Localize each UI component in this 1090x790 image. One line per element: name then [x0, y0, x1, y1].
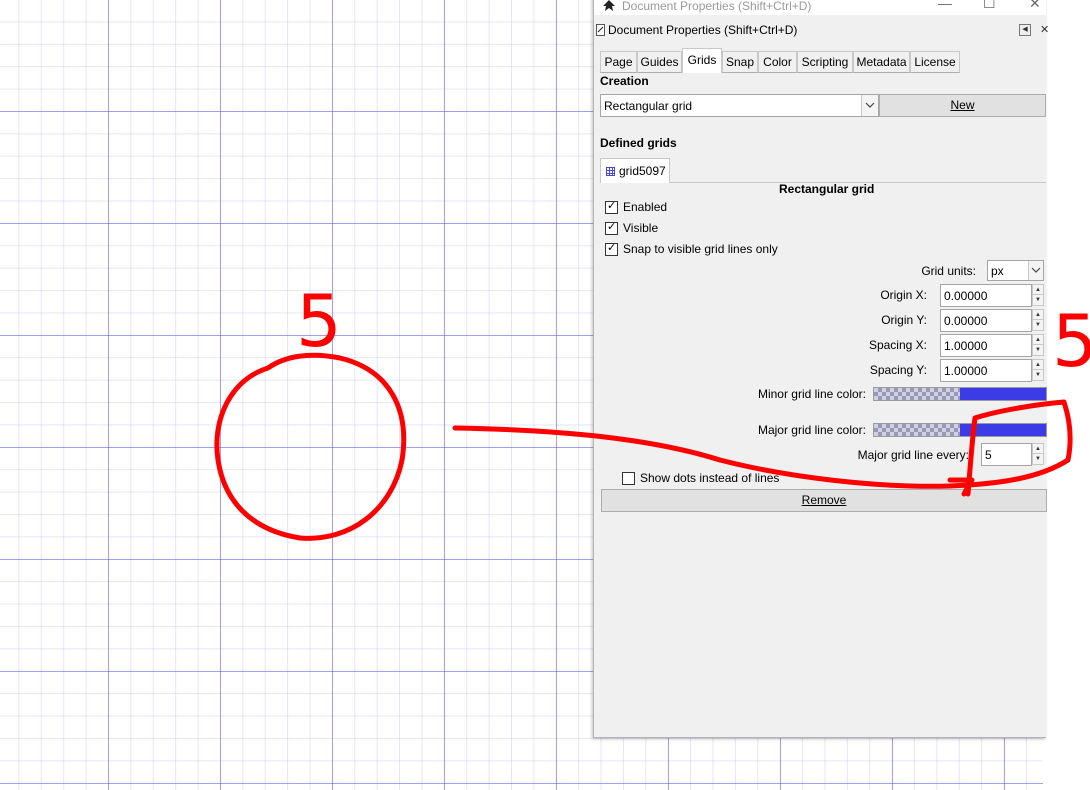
enabled-checkbox[interactable]: ✓: [605, 200, 618, 214]
origin-x-input[interactable]: 0.00000: [940, 284, 1032, 307]
grid-type-value: Rectangular grid: [604, 99, 693, 113]
spin-down-icon[interactable]: ▼: [1032, 453, 1044, 465]
remove-grid-button[interactable]: Remove: [601, 489, 1047, 512]
origin-x-stepper[interactable]: ▲ ▼: [1032, 284, 1044, 306]
check-icon: ✓: [607, 242, 617, 254]
grid-icon: [606, 167, 615, 176]
tab-license[interactable]: License: [910, 51, 960, 73]
spacing-x-input[interactable]: 1.00000: [940, 334, 1032, 357]
visible-label: Visible: [623, 221, 659, 235]
spacing-x-stepper[interactable]: ▲ ▼: [1032, 334, 1044, 356]
major-every-stepper[interactable]: ▲ ▼: [1032, 443, 1044, 465]
maximize-button[interactable]: ☐: [983, 0, 996, 12]
tab-scripting[interactable]: Scripting: [797, 51, 853, 73]
grid-units-value: px: [991, 264, 1004, 278]
enabled-label: Enabled: [623, 200, 668, 214]
panel-title: Rectangular grid: [779, 182, 875, 196]
major-color-label: Major grid line color:: [757, 423, 866, 437]
new-button-label: New: [950, 98, 975, 112]
dock-title: Document Properties (Shift+Ctrl+D): [608, 23, 798, 37]
origin-y-label: Origin Y:: [881, 313, 927, 327]
major-color-swatch[interactable]: [873, 423, 1047, 437]
origin-x-label: Origin X:: [880, 288, 927, 302]
check-icon: ✓: [607, 200, 617, 212]
origin-x-value: 0.00000: [944, 289, 988, 303]
window-titlebar: Document Properties (Shift+Ctrl+D) — ☐ ✕: [594, 0, 1046, 15]
grid-settings-panel: [600, 183, 1046, 483]
spacing-y-label: Spacing Y:: [869, 363, 927, 377]
spin-down-icon[interactable]: ▼: [1032, 294, 1044, 306]
minor-color-swatch[interactable]: [873, 387, 1047, 401]
grid-units-select[interactable]: px: [987, 260, 1044, 281]
grid-tab-grid5097[interactable]: grid5097: [600, 158, 670, 183]
spin-down-icon[interactable]: ▼: [1032, 369, 1044, 381]
minimize-button[interactable]: —: [938, 0, 952, 11]
window-title: Document Properties (Shift+Ctrl+D): [622, 0, 812, 13]
spacing-y-stepper[interactable]: ▲ ▼: [1032, 359, 1044, 381]
canvas-edge: [1043, 0, 1090, 790]
snap-visible-checkbox[interactable]: ✓: [605, 242, 618, 256]
tab-grids[interactable]: Grids: [682, 48, 722, 73]
grid-type-select[interactable]: Rectangular grid: [600, 94, 879, 117]
spin-down-icon[interactable]: ▼: [1032, 319, 1044, 331]
show-dots-label: Show dots instead of lines: [640, 471, 780, 485]
origin-y-value: 0.00000: [944, 314, 988, 328]
check-icon: ✓: [607, 221, 617, 233]
origin-y-input[interactable]: 0.00000: [940, 309, 1032, 332]
major-every-input[interactable]: 5: [981, 443, 1032, 466]
inkscape-app-icon: [603, 0, 615, 11]
tab-guides[interactable]: Guides: [637, 51, 682, 73]
tab-metadata[interactable]: Metadata: [853, 51, 910, 73]
snap-visible-label: Snap to visible grid lines only: [623, 242, 778, 256]
defined-grids-heading: Defined grids: [600, 136, 677, 150]
chevron-down-icon[interactable]: [861, 95, 878, 116]
minor-color-label: Minor grid line color:: [757, 387, 866, 401]
show-dots-checkbox[interactable]: [622, 472, 635, 485]
new-grid-button[interactable]: New: [879, 94, 1046, 117]
major-every-label: Major grid line every:: [857, 448, 969, 462]
spacing-x-value: 1.00000: [944, 339, 988, 353]
dock-header: Document Properties (Shift+Ctrl+D) ◀ ✕: [594, 15, 1049, 43]
dock-close-icon[interactable]: ✕: [1040, 23, 1049, 36]
grid-tab-label: grid5097: [619, 164, 666, 178]
origin-y-stepper[interactable]: ▲ ▼: [1032, 309, 1044, 331]
spacing-y-value: 1.00000: [944, 364, 988, 378]
tab-color[interactable]: Color: [758, 51, 797, 73]
chevron-down-icon[interactable]: [1028, 261, 1043, 280]
creation-heading: Creation: [600, 74, 649, 88]
dock-collapse-icon[interactable]: ◀: [1019, 24, 1031, 36]
remove-button-label: Remove: [801, 493, 847, 507]
spin-down-icon[interactable]: ▼: [1032, 344, 1044, 356]
close-button[interactable]: ✕: [1029, 0, 1041, 12]
grid-units-label: Grid units:: [921, 264, 976, 278]
document-properties-dialog: Document Properties (Shift+Ctrl+D) — ☐ ✕…: [593, 0, 1049, 738]
spacing-y-input[interactable]: 1.00000: [940, 359, 1032, 382]
tab-page[interactable]: Page: [600, 51, 637, 73]
spacing-x-label: Spacing X:: [868, 338, 927, 352]
document-icon: [596, 24, 605, 36]
tab-snap[interactable]: Snap: [722, 51, 758, 73]
visible-checkbox[interactable]: ✓: [605, 221, 618, 235]
major-every-value: 5: [985, 448, 992, 462]
